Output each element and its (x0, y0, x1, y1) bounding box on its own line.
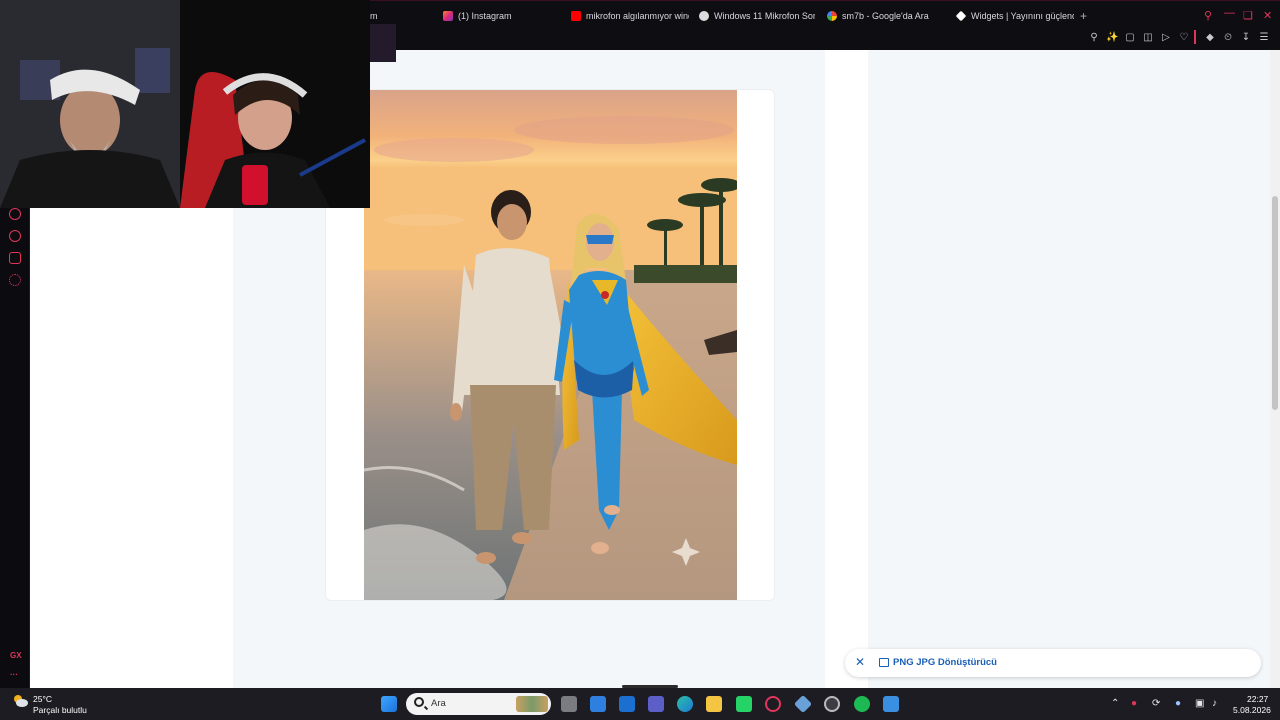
store-icon[interactable] (590, 696, 606, 712)
windows-taskbar (0, 688, 1280, 720)
microphone-icon[interactable]: ● (1175, 698, 1181, 709)
volume-icon[interactable]: ♪ (1212, 698, 1217, 709)
player-icon[interactable] (9, 208, 21, 220)
sync-icon[interactable]: ⟳ (1152, 698, 1160, 709)
menu-icon[interactable]: ☰ (1258, 32, 1270, 44)
dark-panel (370, 24, 396, 62)
search-tabs-icon[interactable]: ⚲ (1204, 9, 1212, 22)
task-view-icon[interactable] (561, 696, 577, 712)
tab-label: Widgets | Yayınını güçlend (971, 11, 1074, 21)
extensions-icon[interactable]: ◆ (1204, 32, 1216, 44)
edge-icon[interactable] (677, 696, 693, 712)
extension-toast[interactable]: ✕ PNG JPG Dönüştürücü (845, 649, 1261, 677)
minimize-icon[interactable]: — (1224, 7, 1235, 19)
toolbar-divider (1194, 30, 1196, 44)
teams-icon[interactable] (648, 696, 664, 712)
close-icon[interactable]: ✕ (1263, 9, 1272, 22)
tab-windows-forum[interactable]: Windows 11 Mikrofon Soru (699, 1, 815, 31)
toast-label[interactable]: PNG JPG Dönüştürücü (893, 657, 997, 668)
right-gutter (825, 50, 868, 688)
tab-instagram[interactable]: (1) Instagram (443, 1, 563, 31)
partly-cloudy-icon[interactable] (12, 694, 28, 708)
taskbar-indicator (622, 685, 678, 688)
settings-icon[interactable] (9, 274, 21, 286)
search-highlight-image (516, 696, 548, 712)
tab-widgets[interactable]: Widgets | Yayınını güçlend (956, 1, 1074, 31)
more-icon[interactable]: ··· (10, 670, 18, 679)
new-tab-button[interactable]: + (1080, 9, 1087, 23)
windows-forum-icon (699, 11, 709, 21)
mail-icon[interactable] (619, 696, 635, 712)
weather-condition[interactable]: Parçalı bulutlu (33, 705, 87, 715)
gx-label: GX (10, 651, 22, 660)
generated-image[interactable] (364, 90, 737, 600)
spotify-icon[interactable] (854, 696, 870, 712)
tab-label: (1) Instagram (458, 11, 512, 21)
tab-label: Windows 11 Mikrofon Soru (714, 11, 815, 21)
google-icon (827, 11, 837, 21)
pin-icon[interactable]: ✨ (1106, 32, 1118, 44)
taskbar-search-box[interactable]: Ara (406, 693, 551, 715)
tab-label: m (370, 11, 378, 21)
image-converter-icon (879, 658, 889, 667)
weather-temp[interactable]: 25°C (33, 694, 52, 704)
youtube-icon (571, 11, 581, 21)
maximize-icon[interactable]: ❏ (1243, 9, 1253, 22)
instagram-icon (443, 11, 453, 21)
zoom-icon[interactable]: ⚲ (1088, 32, 1100, 44)
widgets-icon (956, 10, 967, 22)
tray-app-icon[interactable]: ● (1131, 698, 1137, 709)
download-icon[interactable]: ↧ (1240, 32, 1252, 44)
downloads-history-icon[interactable]: ⏲ (1222, 32, 1234, 44)
search-icon (414, 697, 424, 707)
whatsapp-icon[interactable] (736, 696, 752, 712)
tab-youtube[interactable]: mikrofon algılanmıyor wind (571, 1, 689, 31)
snapshot-icon[interactable]: ▢ (1124, 32, 1136, 44)
clock-time[interactable]: 22:27 (1247, 694, 1268, 704)
shield-icon[interactable]: ◫ (1142, 32, 1154, 44)
chevron-up-icon[interactable]: ⌃ (1111, 698, 1119, 709)
extensions-icon[interactable] (9, 252, 21, 264)
folder-icon[interactable] (706, 696, 722, 712)
tab-label: sm7b - Google'da Ara (842, 11, 929, 21)
opera-gx-icon[interactable] (765, 696, 781, 712)
help-icon[interactable] (883, 696, 899, 712)
search-placeholder: Ara (431, 698, 446, 709)
history-icon[interactable] (9, 230, 21, 242)
tab-label: mikrofon algılanmıyor wind (586, 11, 689, 21)
windows-start-icon[interactable] (381, 696, 397, 712)
scrollbar-thumb[interactable] (1272, 196, 1278, 410)
obs-icon[interactable] (824, 696, 840, 712)
play-icon[interactable]: ▷ (1160, 32, 1172, 44)
network-icon[interactable]: ▣ (1195, 698, 1204, 709)
tab-google-search[interactable]: sm7b - Google'da Ara (827, 1, 947, 31)
close-icon[interactable]: ✕ (855, 655, 865, 669)
heart-icon[interactable]: ♡ (1178, 32, 1190, 44)
webcam-overlay (0, 0, 370, 208)
clock-date[interactable]: 5.08.2026 (1233, 705, 1271, 715)
